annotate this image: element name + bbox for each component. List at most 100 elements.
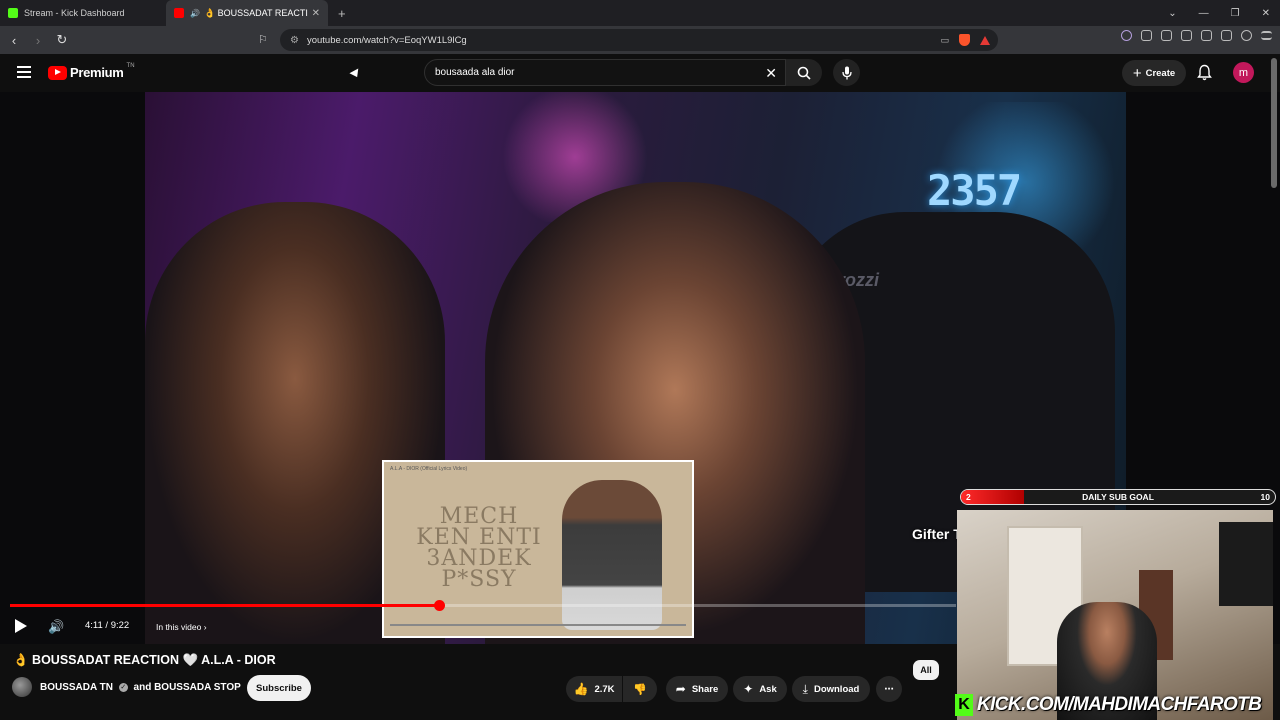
more-icon: ⋯: [884, 683, 894, 695]
kick-url: KICK.COM/MAHDIMACHFAROTB: [977, 694, 1262, 715]
filter-chip-all[interactable]: All: [913, 660, 939, 680]
inset-art-text: MECH KEN ENTI 3ANDEK P*SSY: [416, 504, 542, 592]
youtube-play-logo-icon: [48, 65, 67, 80]
channel-collab[interactable]: and BOUSSADA STOP: [134, 682, 241, 693]
search-input[interactable]: bousaada ala dior ✕: [424, 59, 786, 86]
channel-names[interactable]: BOUSSADA TN ✓ and BOUSSADA STOP: [40, 682, 241, 693]
play-icon[interactable]: [15, 619, 27, 633]
in-this-video-button[interactable]: In this video ›: [148, 618, 215, 636]
cast-icon[interactable]: ▭: [940, 35, 949, 46]
share-icon: ➦: [675, 682, 686, 696]
url-text: youtube.com/watch?v=EoqYW1L9lCg: [306, 34, 467, 46]
browser-tab-bar: Stream - Kick Dashboard 🔊 👌 BOUSSADAT RE…: [0, 0, 1280, 26]
search-icon: [797, 66, 811, 80]
inset-artist: [562, 480, 662, 630]
youtube-favicon-icon: [174, 8, 184, 18]
dislike-button[interactable]: 👎: [623, 676, 657, 702]
vpn-icon[interactable]: [1241, 30, 1252, 41]
window-controls: ⌄ — ❐ ✕: [1168, 0, 1270, 26]
speaker-icon[interactable]: 🔊: [190, 9, 200, 18]
like-count: 2.7K: [594, 683, 615, 695]
tab-title: 👌 BOUSSADAT REACTION ❤️: [203, 7, 308, 18]
share-label: Share: [691, 683, 719, 695]
inset-progress: [390, 624, 686, 626]
music-icon[interactable]: [1161, 30, 1172, 41]
ask-button[interactable]: ✦ Ask: [733, 676, 787, 702]
account-avatar[interactable]: m: [1233, 62, 1254, 83]
forward-icon[interactable]: ›: [28, 33, 48, 48]
omnibox-actions: ▭: [940, 34, 990, 46]
back-icon[interactable]: ‹: [4, 33, 24, 48]
close-tab-icon[interactable]: ✕: [312, 8, 320, 19]
channel-avatar[interactable]: [12, 677, 32, 697]
leo-icon[interactable]: [1221, 30, 1232, 41]
menu-hamburger-icon[interactable]: [17, 66, 31, 78]
ask-label: Ask: [759, 683, 777, 695]
daily-sub-goal-bar: 2 DAILY SUB GOAL 10: [960, 489, 1276, 505]
progress-fill: [10, 604, 440, 607]
download-icon: ⤓: [802, 681, 808, 696]
kick-channel-banner: K KICK.COM/MAHDIMACHFAROTB: [955, 690, 1273, 720]
sub-goal-target: 10: [1260, 492, 1270, 502]
time-display: 4:11 / 9:22: [85, 620, 130, 631]
reload-icon[interactable]: ↻: [52, 32, 72, 48]
brave-shield-icon[interactable]: [959, 34, 970, 46]
sub-goal-label: DAILY SUB GOAL: [1082, 492, 1154, 502]
new-tab-icon[interactable]: +: [338, 6, 346, 21]
thumbs-up-icon: 👍: [573, 682, 589, 696]
extensions-area: [1121, 30, 1272, 41]
youtube-premium-logo[interactable]: Premium TN: [48, 62, 135, 80]
download-label: Download: [813, 683, 860, 695]
puzzle-icon[interactable]: [1141, 30, 1152, 41]
voice-search-button[interactable]: [833, 59, 860, 86]
search-query: bousaada ala dior: [435, 67, 515, 78]
brave-rewards-icon[interactable]: [980, 35, 990, 45]
search-button[interactable]: [786, 59, 822, 86]
video-title: 👌 BOUSSADAT REACTION 🤍 A.L.A - DIOR: [13, 653, 276, 667]
thumbs-down-icon: 👎: [633, 683, 647, 696]
close-window-icon[interactable]: ✕: [1262, 8, 1270, 19]
tab-search-icon[interactable]: ⌄: [1168, 8, 1176, 19]
like-button[interactable]: 👍 2.7K: [566, 676, 622, 702]
clear-search-icon[interactable]: ✕: [765, 65, 777, 82]
notifications-bell-icon[interactable]: [1197, 64, 1212, 81]
sidebar-icon[interactable]: [1181, 30, 1192, 41]
extension-icon[interactable]: [1121, 30, 1132, 41]
inset-title: A.L.A - DIOR (Official Lyrics Video): [390, 466, 468, 472]
logo-text: Premium: [70, 65, 124, 80]
plus-icon: +: [1132, 64, 1142, 82]
kick-favicon-icon: [8, 8, 18, 18]
more-actions-button[interactable]: ⋯: [876, 676, 902, 702]
create-label: Create: [1145, 67, 1176, 79]
logo-country: TN: [126, 62, 135, 69]
download-button[interactable]: ⤓ Download: [792, 676, 870, 702]
address-bar[interactable]: ⚙ youtube.com/watch?v=EoqYW1L9lCg ▭: [280, 29, 998, 51]
studio-clock: 2357: [927, 166, 1022, 215]
channel-name[interactable]: BOUSSADA TN: [40, 682, 113, 693]
youtube-header: Premium TN bousaada ala dior ✕ + Create …: [0, 54, 1280, 92]
screen: Stream - Kick Dashboard 🔊 👌 BOUSSADAT RE…: [0, 0, 1280, 720]
maximize-icon[interactable]: ❐: [1231, 8, 1240, 19]
share-button[interactable]: ➦ Share: [666, 676, 728, 702]
kick-logo-icon: K: [955, 694, 973, 716]
verified-icon: ✓: [118, 682, 128, 692]
create-button[interactable]: + Create: [1122, 60, 1186, 86]
minimize-icon[interactable]: —: [1199, 8, 1209, 19]
microphone-icon: [841, 66, 852, 79]
chapter-label: In this video: [156, 622, 202, 632]
wall-tv: [1219, 522, 1273, 606]
sparkle-icon: ✦: [743, 682, 754, 696]
subscribe-button[interactable]: Subscribe: [247, 675, 311, 701]
tab-kick-dashboard[interactable]: Stream - Kick Dashboard: [0, 0, 166, 26]
browser-toolbar: ‹ › ↻ ⚐ ⚙ youtube.com/watch?v=EoqYW1L9lC…: [0, 26, 1280, 54]
video-progress-bar[interactable]: [10, 604, 956, 607]
bookmark-icon[interactable]: ⚐: [258, 33, 268, 46]
wallet-icon[interactable]: [1201, 30, 1212, 41]
music-video-inset: A.L.A - DIOR (Official Lyrics Video) MEC…: [382, 460, 694, 638]
streamer-webcam: [957, 510, 1273, 720]
site-info-icon[interactable]: ⚙: [290, 35, 299, 46]
menu-icon[interactable]: [1261, 31, 1272, 40]
page-scrollbar[interactable]: [1271, 58, 1277, 188]
volume-icon[interactable]: 🔊: [48, 619, 64, 635]
tab-youtube-video[interactable]: 🔊 👌 BOUSSADAT REACTION ❤️ ✕: [166, 0, 328, 26]
